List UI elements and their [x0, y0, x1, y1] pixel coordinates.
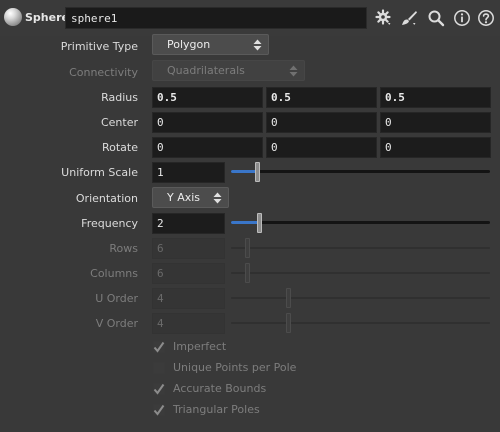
slider-track [231, 247, 490, 249]
center-z-field[interactable]: 0 [380, 112, 491, 133]
rows-label: Rows [109, 242, 138, 255]
accurate-bounds-label: Accurate Bounds [173, 382, 267, 395]
frequency-label: Frequency [81, 217, 138, 230]
brush-icon[interactable] [400, 9, 418, 27]
slider-handle [245, 263, 250, 283]
columns-field: 6 [152, 263, 225, 284]
center-label: Center [100, 116, 138, 129]
parameter-header: Sphere sphere1 [0, 0, 500, 36]
u-order-slider [231, 288, 490, 308]
v-order-field: 4 [152, 313, 225, 334]
v-order-slider [231, 313, 490, 333]
slider-track [231, 272, 490, 274]
rotate-label: Rotate [101, 141, 138, 154]
slider-handle[interactable] [255, 162, 260, 182]
connectivity-menu: Quadrilaterals [152, 60, 305, 81]
columns-label: Columns [90, 267, 138, 280]
radius-z-field[interactable]: 0.5 [380, 87, 491, 108]
unique-points-per-pole-checkbox [153, 362, 165, 374]
frequency-field[interactable]: 2 [152, 213, 225, 234]
radius-x-field[interactable]: 0.5 [152, 87, 263, 108]
primitive-type-menu[interactable]: Polygon [152, 34, 269, 55]
orientation-label: Orientation [75, 192, 138, 205]
rows-field: 6 [152, 238, 225, 259]
imperfect-checkbox [153, 341, 165, 353]
rotate-z-field[interactable]: 0 [380, 137, 491, 158]
updown-arrow-icon [253, 39, 262, 51]
slider-track [231, 322, 490, 324]
search-icon[interactable] [427, 9, 445, 27]
unique-points-per-pole-label: Unique Points per Pole [173, 361, 297, 374]
accurate-bounds-checkbox [153, 383, 165, 395]
primitive-type-label: Primitive Type [60, 40, 138, 53]
orientation-menu[interactable]: Y Axis [152, 187, 229, 208]
connectivity-value: Quadrilaterals [167, 64, 245, 77]
rotate-y-field[interactable]: 0 [266, 137, 377, 158]
center-x-field[interactable]: 0 [152, 112, 263, 133]
columns-slider [231, 263, 490, 283]
slider-handle[interactable] [257, 213, 262, 233]
slider-track [231, 221, 490, 224]
updown-arrow-icon [213, 192, 222, 204]
slider-handle [286, 313, 291, 333]
slider-fill [231, 170, 257, 173]
radius-y-field[interactable]: 0.5 [266, 87, 377, 108]
slider-track [231, 170, 490, 173]
radius-label: Radius [101, 91, 138, 104]
rows-slider [231, 238, 490, 258]
imperfect-label: Imperfect [173, 340, 227, 353]
node-name-field[interactable]: sphere1 [65, 7, 367, 29]
center-y-field[interactable]: 0 [266, 112, 377, 133]
uniform-scale-field[interactable]: 1 [152, 162, 225, 183]
node-type-label: Sphere [25, 11, 69, 24]
rotate-x-field[interactable]: 0 [152, 137, 263, 158]
slider-handle [245, 238, 250, 258]
help-icon[interactable] [477, 9, 495, 27]
primitive-type-value: Polygon [167, 38, 211, 51]
gear-icon[interactable] [375, 9, 393, 27]
frequency-slider[interactable] [231, 213, 490, 233]
uniform-scale-label: Uniform Scale [61, 166, 138, 179]
slider-track [231, 297, 490, 299]
orientation-value: Y Axis [167, 191, 201, 204]
slider-fill [231, 221, 259, 224]
u-order-field: 4 [152, 288, 225, 309]
sphere-icon [4, 8, 22, 26]
uniform-scale-slider[interactable] [231, 162, 490, 182]
triangular-poles-checkbox [153, 404, 165, 416]
connectivity-label: Connectivity [69, 66, 138, 79]
slider-handle [286, 288, 291, 308]
info-icon[interactable] [453, 9, 471, 27]
u-order-label: U Order [95, 292, 138, 305]
v-order-label: V Order [95, 317, 138, 330]
triangular-poles-label: Triangular Poles [173, 403, 260, 416]
updown-arrow-icon [289, 65, 298, 77]
